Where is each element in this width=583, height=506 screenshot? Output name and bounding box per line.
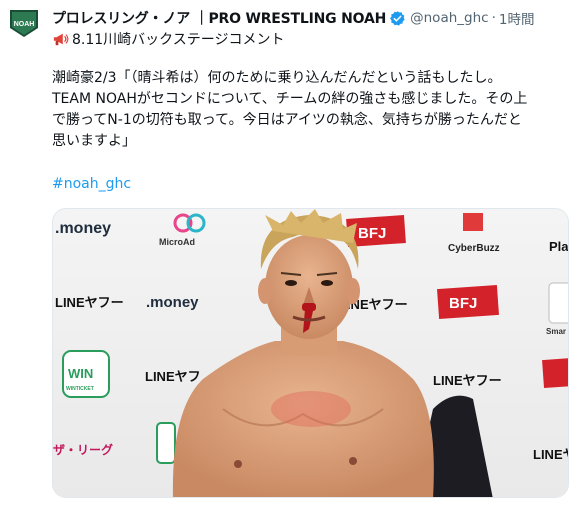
tweet-body: 潮崎豪2/3「（晴斗希は）何のために乗り込んだんだという話もしたし。 TEAM …	[52, 68, 572, 152]
tweet-body-line: で勝ってN-1の切符も取って。今日はアイツの執念、気持ちが勝ったんだと	[52, 112, 522, 128]
sponsor-bfj: BFJ	[358, 225, 386, 242]
sponsor-play: Pla	[549, 239, 569, 254]
timestamp[interactable]: 1時間	[499, 8, 535, 28]
megaphone-icon	[53, 33, 69, 46]
sponsor-win-sub: WINTICKET	[66, 386, 94, 392]
hashtag-link[interactable]: #noah_ghc	[52, 176, 131, 192]
sponsor-win: WIN	[68, 366, 93, 381]
sponsor-smart: Smar	[546, 327, 566, 336]
sponsor-money: .money	[55, 220, 111, 237]
separator-dot: ·	[491, 10, 496, 26]
avatar[interactable]: NOAH	[7, 6, 41, 40]
subline-text: 8.11川崎バックステージコメント	[72, 32, 285, 48]
tweet-body-line: TEAM NOAHがセコンドについて、チームの絆の強さも感じました。その上	[52, 91, 528, 107]
avatar-logo-text: NOAH	[14, 21, 35, 28]
tweet-media-image[interactable]: .money MicroAd BFJ CyberBuzz Pla LINEヤフー…	[52, 208, 569, 498]
sponsor-line-short: LINEヤフ	[145, 369, 201, 384]
handle[interactable]: @noah_ghc	[410, 10, 488, 26]
sponsor-line: LINEヤフー	[55, 295, 124, 310]
verified-badge-icon	[390, 10, 405, 26]
sponsor-microad: MicroAd	[159, 237, 195, 247]
tweet-subline: 8.11川崎バックステージコメント	[52, 29, 284, 49]
tweet-body-line: 潮崎豪2/3「（晴斗希は）何のために乗り込んだんだという話もしたし。	[52, 70, 502, 86]
tweet-header: プロレスリング・ノア ｜PRO WRESTLING NOAH @noah_ghc…	[52, 8, 577, 28]
sponsor-line-short: LINEヤフ	[533, 447, 569, 462]
tweet-body-line: 思いますよ」	[52, 133, 136, 149]
sponsor-money: .money	[146, 294, 199, 311]
sponsor-cyberbuzz: CyberBuzz	[448, 243, 500, 254]
sponsor-zleague: ザ・リーグ	[53, 442, 113, 457]
sponsor-line: LINEヤフー	[433, 373, 502, 388]
sponsor-bfj: BFJ	[449, 295, 477, 312]
display-name[interactable]: プロレスリング・ノア ｜PRO WRESTLING NOAH	[52, 8, 386, 28]
